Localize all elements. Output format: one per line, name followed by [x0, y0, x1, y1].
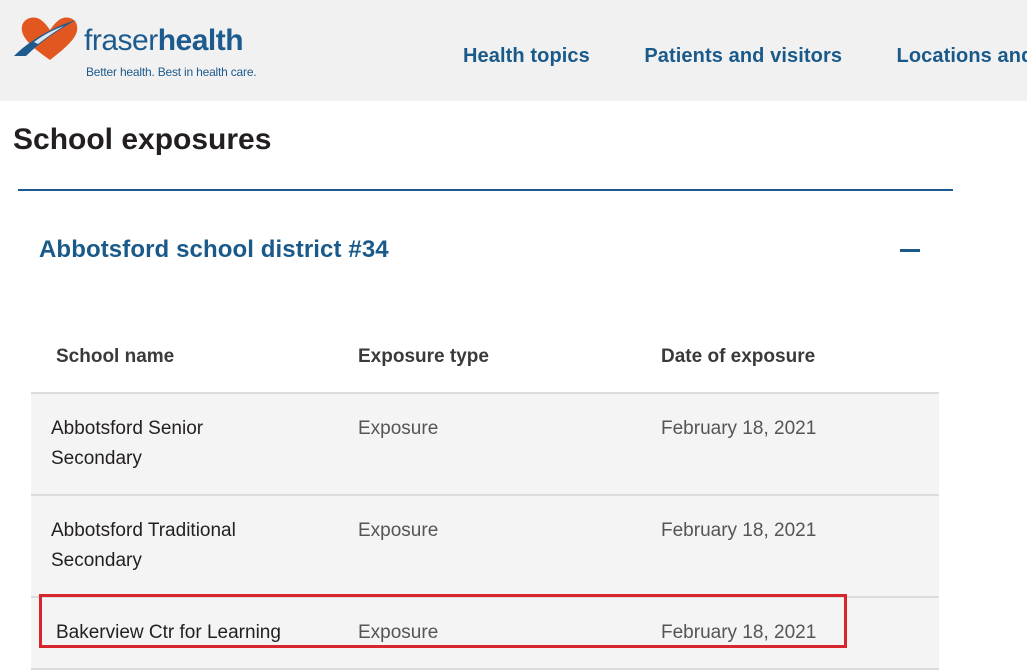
page-title: School exposures	[13, 123, 272, 156]
accordion-abbotsford-district[interactable]: Abbotsford school district #34	[18, 218, 953, 282]
column-header-exposure-type: Exposure type	[358, 346, 489, 367]
exposure-type-cell: Exposure	[358, 622, 439, 643]
accordion-title[interactable]: Abbotsford school district #34	[39, 236, 389, 264]
table-row: Bakerview Ctr for Learning Exposure Febr…	[31, 598, 939, 670]
table-row: Abbotsford Traditional Secondary Exposur…	[31, 496, 939, 598]
title-divider	[18, 189, 953, 191]
exposure-date-cell: February 18, 2021	[661, 418, 817, 439]
logo-word-bold: health	[157, 24, 244, 57]
column-header-school-name: School name	[56, 346, 175, 367]
logo-word-light: fraser	[84, 24, 158, 57]
site-header: fraserhealth Better health. Best in heal…	[0, 0, 1027, 101]
logo-tagline: Better health. Best in health care.	[86, 65, 257, 79]
logo-wordmark: fraserhealth	[84, 24, 244, 58]
nav-health-topics[interactable]: Health topics	[463, 44, 590, 68]
main-navigation: Health topics Patients and visitors Loca…	[463, 44, 1027, 68]
column-header-date: Date of exposure	[661, 346, 816, 367]
school-name-cell: Abbotsford Senior Secondary	[51, 418, 204, 469]
nav-locations-and-services[interactable]: Locations and	[897, 44, 1027, 68]
exposure-date-cell: February 18, 2021	[661, 520, 817, 541]
school-name-cell: Abbotsford Traditional Secondary	[51, 520, 236, 571]
exposure-type-cell: Exposure	[358, 418, 439, 439]
nav-patients-and-visitors[interactable]: Patients and visitors	[644, 44, 842, 68]
heart-logo-icon	[14, 17, 78, 60]
table-row: Abbotsford Senior Secondary Exposure Feb…	[31, 394, 939, 496]
exposure-type-cell: Exposure	[358, 520, 439, 541]
minus-icon[interactable]	[900, 249, 920, 252]
exposure-date-cell: February 18, 2021	[661, 622, 817, 643]
fraser-health-logo[interactable]: fraserhealth Better health. Best in heal…	[10, 12, 257, 82]
table-header-row: School name Exposure type Date of exposu…	[31, 326, 939, 394]
school-name-cell: Bakerview Ctr for Learning	[56, 622, 281, 643]
